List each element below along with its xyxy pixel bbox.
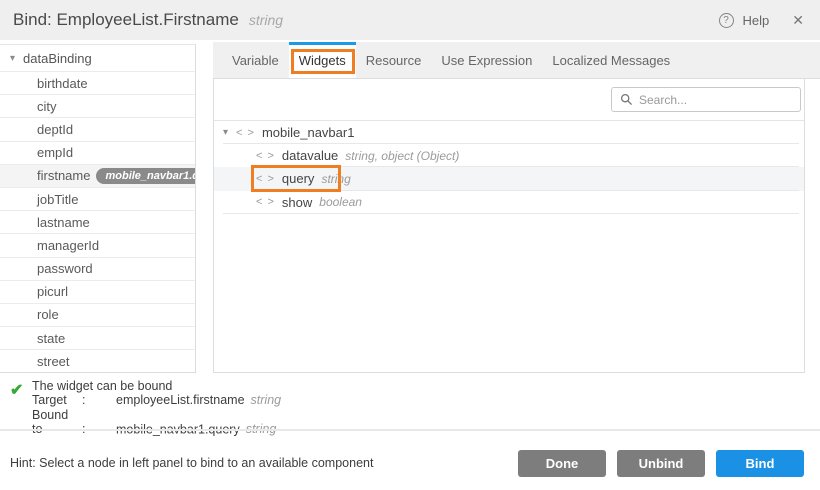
- tab-localized-messages[interactable]: Localized Messages: [542, 42, 680, 78]
- dialog-header: Bind: EmployeeList.Firstname string ? He…: [0, 0, 820, 40]
- sidebar-item-label: birthdate: [37, 76, 88, 91]
- sidebar-item-label: role: [37, 307, 59, 322]
- sidebar-item-picurl[interactable]: picurl: [0, 281, 195, 304]
- tab-widgets[interactable]: Widgets: [289, 42, 356, 78]
- sidebar-item-role[interactable]: role: [0, 304, 195, 327]
- sidebar-item-firstname[interactable]: firstname mobile_navbar1.query: [0, 165, 195, 188]
- sidebar-item-label: password: [37, 261, 93, 276]
- done-button[interactable]: Done: [518, 450, 606, 477]
- sidebar-item-label: lastname: [37, 215, 90, 230]
- help-icon[interactable]: ?: [719, 13, 734, 28]
- tab-label: Use Expression: [441, 53, 532, 68]
- sidebar-item-password[interactable]: password: [0, 258, 195, 281]
- bind-dialog: Bind: EmployeeList.Firstname string ? He…: [0, 0, 820, 490]
- footer-buttons: Done Unbind Bind: [518, 450, 804, 477]
- tab-label: Variable: [232, 53, 279, 68]
- status-key: Bound to: [32, 408, 82, 437]
- tab-use-expression[interactable]: Use Expression: [431, 42, 542, 78]
- caret-down-icon[interactable]: ▾: [223, 127, 228, 138]
- status-value-type: string: [251, 393, 282, 407]
- tree-node-label: query: [282, 171, 315, 186]
- sidebar-item-empid[interactable]: empId: [0, 142, 195, 165]
- sidebar-item-lastname[interactable]: lastname: [0, 211, 195, 234]
- widgets-panel: ▾ < > mobile_navbar1 < > datavalue strin…: [213, 78, 805, 373]
- tree-node-type: boolean: [319, 195, 362, 209]
- hint-text: Hint: Select a node in left panel to bin…: [10, 456, 373, 470]
- code-icon: < >: [256, 150, 275, 162]
- tree-node-show[interactable]: < > show boolean: [214, 191, 804, 214]
- tab-variable[interactable]: Variable: [222, 42, 289, 78]
- code-icon: < >: [236, 127, 255, 139]
- sidebar-item-label: state: [37, 331, 65, 346]
- search-area: [214, 79, 804, 121]
- bind-source-tabs: Variable Widgets Resource Use Expression…: [213, 42, 820, 79]
- sidebar-item-street[interactable]: street: [0, 350, 195, 373]
- tree-node-type: string: [321, 172, 350, 186]
- sidebar-root-label: dataBinding: [23, 51, 92, 66]
- sidebar-item-label: deptId: [37, 122, 73, 137]
- tab-label: Localized Messages: [552, 53, 670, 68]
- status-target-row: Target:employeeList.firstname string: [32, 393, 560, 407]
- data-binding-sidebar: ▾ dataBinding birthdate city deptId empI…: [0, 44, 196, 373]
- dialog-title: Bind: EmployeeList.Firstname: [13, 10, 239, 30]
- status-message: The widget can be bound: [32, 379, 560, 393]
- tree-node-type: string, object (Object): [345, 149, 459, 163]
- tab-resource[interactable]: Resource: [356, 42, 432, 78]
- sidebar-item-label: picurl: [37, 284, 68, 299]
- status-boundto-row: Bound to:mobile_navbar1.querystring: [32, 408, 560, 437]
- sidebar-item-state[interactable]: state: [0, 327, 195, 350]
- tab-label: Widgets: [299, 53, 346, 68]
- sidebar-item-label: firstname: [37, 168, 90, 183]
- bound-target-badge: mobile_navbar1.query: [96, 168, 196, 184]
- dialog-title-type: string: [249, 12, 283, 28]
- sidebar-root-databinding[interactable]: ▾ dataBinding: [0, 45, 195, 72]
- status-colon: :: [82, 393, 116, 407]
- code-icon: < >: [256, 173, 275, 185]
- widget-tree: ▾ < > mobile_navbar1 < > datavalue strin…: [214, 121, 804, 214]
- code-icon: < >: [256, 196, 275, 208]
- sidebar-item-birthdate[interactable]: birthdate: [0, 72, 195, 95]
- sidebar-item-city[interactable]: city: [0, 95, 195, 118]
- tree-node-label: show: [282, 195, 312, 210]
- help-link[interactable]: Help: [743, 13, 770, 28]
- search-box[interactable]: [611, 87, 801, 112]
- active-tab-indicator: [289, 42, 356, 45]
- search-icon: [620, 93, 633, 106]
- header-actions: ? Help ✕: [719, 12, 804, 29]
- tree-node-datavalue[interactable]: < > datavalue string, object (Object): [214, 144, 804, 167]
- sidebar-item-label: street: [37, 354, 70, 369]
- search-input[interactable]: [639, 93, 789, 107]
- unbind-button[interactable]: Unbind: [617, 450, 705, 477]
- sidebar-item-jobtitle[interactable]: jobTitle: [0, 188, 195, 211]
- tree-node-query[interactable]: < > query string: [214, 167, 804, 190]
- footer-divider: [0, 429, 820, 431]
- caret-down-icon[interactable]: ▾: [10, 53, 15, 64]
- close-icon[interactable]: ✕: [792, 12, 804, 29]
- tree-node-label: datavalue: [282, 148, 338, 163]
- bind-status: ✔ The widget can be bound Target:employe…: [0, 379, 560, 436]
- status-key: Target: [32, 393, 82, 407]
- row-separator: [223, 213, 799, 214]
- sidebar-item-label: jobTitle: [37, 192, 78, 207]
- tree-node-label: mobile_navbar1: [262, 125, 355, 140]
- sidebar-item-managerid[interactable]: managerId: [0, 234, 195, 257]
- bind-button[interactable]: Bind: [716, 450, 804, 477]
- sidebar-item-label: managerId: [37, 238, 99, 253]
- sidebar-item-label: city: [37, 99, 57, 114]
- sidebar-item-label: empId: [37, 145, 73, 160]
- tab-label: Resource: [366, 53, 422, 68]
- tree-node-mobile-navbar1[interactable]: ▾ < > mobile_navbar1: [214, 121, 804, 144]
- sidebar-item-deptid[interactable]: deptId: [0, 118, 195, 141]
- success-check-icon: ✔: [10, 380, 23, 400]
- status-value: employeeList.firstname: [116, 393, 245, 407]
